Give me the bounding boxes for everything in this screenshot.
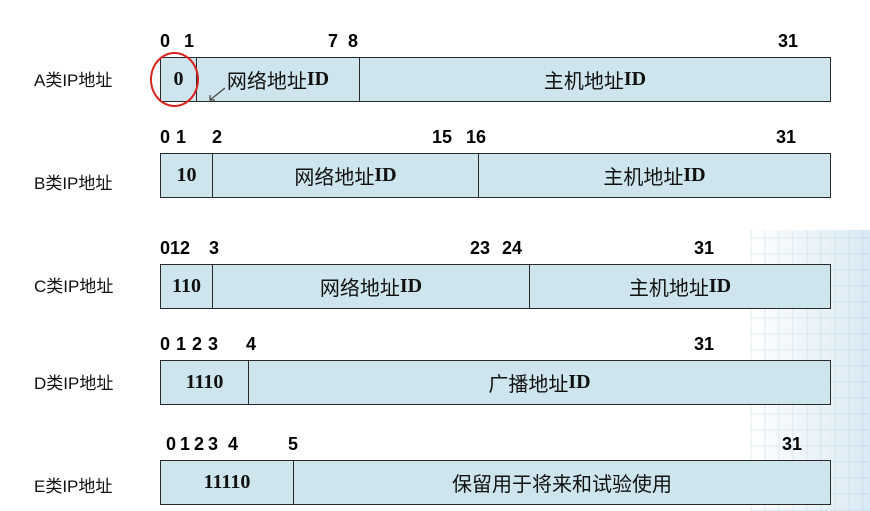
bit-number: 1 (180, 434, 191, 454)
prefix-segment: 110 (161, 265, 213, 308)
bit-number: 24 (502, 238, 523, 258)
bit-number: 16 (466, 127, 487, 147)
bit-number: 31 (776, 127, 797, 147)
bit-number: 0 (166, 434, 177, 454)
bit-number: 5 (288, 434, 299, 454)
address-bar: 1110 广播地址 ID (160, 360, 831, 405)
prefix-segment: 11110 (161, 461, 294, 504)
class-label: D类IP地址 (34, 374, 114, 393)
bit-number: 3 (208, 434, 219, 454)
bit-number: 31 (694, 334, 715, 354)
broadcast-id-segment: 广播地址 ID (488, 371, 591, 396)
bit-number: 15 (432, 127, 453, 147)
bit-number: 4 (246, 334, 257, 354)
bit-number: 31 (782, 434, 803, 454)
network-id-segment: 网络地址 ID (213, 265, 530, 308)
bit-number: 3 (208, 334, 219, 354)
bit-number: 4 (228, 434, 239, 454)
prefix-segment: 10 (161, 154, 213, 197)
host-id-segment: 主机地址 ID (603, 164, 706, 189)
bit-number: 23 (470, 238, 491, 258)
bit-number: 0 (160, 238, 171, 258)
prefix-segment: 1110 (161, 361, 249, 404)
bit-number: 31 (694, 238, 715, 258)
address-bar: 110 网络地址 ID 主机地址 ID (160, 264, 831, 309)
class-label: C类IP地址 (34, 277, 114, 296)
address-bar: 11110 保留用于将来和试验使用 (160, 460, 831, 505)
bit-number: 0 (160, 127, 171, 147)
bit-number: 2 (180, 238, 191, 258)
network-id-segment: 网络地址 ID (213, 154, 479, 197)
bit-number: 3 (209, 238, 220, 258)
class-label: B类IP地址 (34, 174, 113, 193)
bit-number: 0 (160, 334, 171, 354)
bit-number: 1 (170, 238, 181, 258)
class-label: E类IP地址 (34, 477, 113, 496)
bit-number: 2 (194, 434, 205, 454)
address-bar: 10 网络地址 ID 主机地址 ID (160, 153, 831, 198)
row-class-e: 0 1 2 3 4 5 31 E类IP地址 11110 保留用于将来和试验使用 (0, 0, 870, 505)
bit-number: 1 (176, 127, 187, 147)
reserved-segment: 保留用于将来和试验使用 (452, 472, 672, 496)
bit-number: 2 (212, 127, 223, 147)
host-id-segment: 主机地址 ID (628, 275, 732, 300)
bit-number: 1 (176, 334, 187, 354)
bit-number: 2 (192, 334, 203, 354)
